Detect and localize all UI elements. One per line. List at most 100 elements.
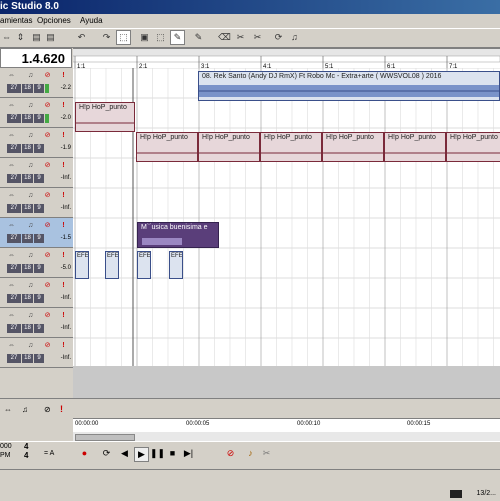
track-mute-icon[interactable]: ⊘ [43, 251, 52, 260]
forward-button[interactable]: ▶| [182, 447, 195, 460]
track-fx-icon[interactable]: ⇔ [7, 251, 16, 260]
track-fx-icon[interactable]: ⇔ [7, 101, 16, 110]
track-record-icon[interactable]: ! [59, 281, 68, 290]
track-record-icon[interactable]: ! [59, 251, 68, 260]
clip-efe-1[interactable]: EFE [75, 251, 89, 279]
clip-hiphop-3[interactable]: H!p HoP_punto [198, 132, 260, 162]
track-send-c[interactable]: 9 [34, 234, 44, 243]
track-send-a[interactable]: 27 [7, 144, 21, 153]
clip-hiphop-7[interactable]: H!p HoP_punto [446, 132, 500, 162]
track-send-a[interactable]: 27 [7, 84, 21, 93]
cut-icon[interactable]: ✂ [251, 31, 264, 44]
track-volume[interactable]: -2.2 [61, 84, 71, 93]
track-record-icon[interactable]: ! [59, 131, 68, 140]
track-header-5[interactable]: ⇔ ♫ ⊘! 27 18 9 -Inf. [0, 188, 73, 218]
track-header-10[interactable]: ⇔ ♫ ⊘! 27 18 9 -Inf. [0, 338, 73, 368]
track-solo-icon[interactable]: ♫ [26, 161, 35, 170]
track-send-c[interactable]: 9 [34, 204, 44, 213]
track-mute-icon[interactable]: ⊘ [43, 71, 52, 80]
track-record-icon[interactable]: ! [59, 311, 68, 320]
track-header-6[interactable]: ⇔ ♫ ⊘! 27 18 9 -1.5 [0, 218, 73, 248]
track-solo-icon[interactable]: ♫ [26, 281, 35, 290]
time-signature[interactable]: 4 4 [24, 442, 28, 460]
track-header-7[interactable]: ⇔ ♫ ⊘! 27 18 9 -5.0 [0, 248, 73, 278]
track-mute-icon[interactable]: ⊘ [43, 281, 52, 290]
track-fx-icon[interactable]: ⇔ [7, 161, 16, 170]
track-mute-icon[interactable]: ⊘ [43, 311, 52, 320]
track-solo-icon[interactable]: ♫ [26, 191, 35, 200]
track-solo-icon[interactable]: ♫ [26, 341, 35, 350]
clip-efe-3[interactable]: EFE [137, 251, 151, 279]
track-send-b[interactable]: 18 [22, 84, 33, 93]
auto-punch-button[interactable]: ✂ [260, 447, 273, 460]
track-send-c[interactable]: 9 [34, 174, 44, 183]
track-volume[interactable]: -1.9 [61, 144, 71, 153]
brush-icon[interactable]: ✎ [192, 31, 205, 44]
track-fx-icon[interactable]: ⇔ [7, 341, 16, 350]
track-fx-icon[interactable]: ⇔ [7, 311, 16, 320]
track-send-b[interactable]: 18 [22, 354, 33, 363]
track-send-b[interactable]: 18 [22, 174, 33, 183]
track-solo-icon[interactable]: ♫ [26, 251, 35, 260]
track-mute-icon[interactable]: ⊘ [43, 341, 52, 350]
track-volume[interactable]: -Inf. [61, 174, 71, 183]
track-fx-icon[interactable]: ⇔ [7, 281, 16, 290]
track-send-a[interactable]: 27 [7, 114, 21, 123]
track-mute-icon[interactable]: ⊘ [43, 161, 52, 170]
track-volume[interactable]: -Inf. [61, 204, 71, 213]
track-solo-icon[interactable]: ♫ [26, 131, 35, 140]
clip-efe-4[interactable]: EFE [169, 251, 183, 279]
clip-song[interactable]: 08. Rek Santo (Andy DJ RmX) Ft Robo Mc -… [198, 71, 500, 101]
scroll-thumb[interactable] [75, 434, 135, 441]
menu-ayuda[interactable]: Ayuda [80, 14, 103, 28]
track-send-a[interactable]: 27 [7, 264, 21, 273]
clip-hiphop-6[interactable]: H!p HoP_punto [384, 132, 446, 162]
metronome-button[interactable]: ♪ [244, 447, 257, 460]
track-volume[interactable]: -Inf. [61, 294, 71, 303]
track-fx-icon[interactable]: ⇔ [7, 131, 16, 140]
track-send-c[interactable]: 9 [34, 114, 44, 123]
track-send-b[interactable]: 18 [22, 114, 33, 123]
empty-lane-area[interactable] [73, 366, 500, 398]
track-header-3[interactable]: ⇔ ♫ ⊘! 27 18 9 -1.9 [0, 128, 73, 158]
track-send-a[interactable]: 27 [7, 294, 21, 303]
horizontal-scrollbar[interactable] [73, 432, 500, 441]
track-send-b[interactable]: 18 [22, 144, 33, 153]
track-send-c[interactable]: 9 [34, 324, 44, 333]
track-volume[interactable]: -2.0 [61, 114, 71, 123]
track-mute-icon[interactable]: ⊘ [43, 131, 52, 140]
track-send-a[interactable]: 27 [7, 324, 21, 333]
undo-icon[interactable]: ↶ [75, 31, 88, 44]
track-send-a[interactable]: 27 [7, 234, 21, 243]
smart-tool-icon[interactable]: ⬚ [116, 30, 131, 45]
track-solo-icon[interactable]: ♫ [26, 71, 35, 80]
clip-hiphop-4[interactable]: H!p HoP_punto [260, 132, 322, 162]
clip-hiphop-1[interactable]: H!p HoP_punto [75, 102, 135, 132]
track-volume[interactable]: -5.0 [61, 264, 71, 273]
clip-hiphop-2[interactable]: H!p HoP_punto [136, 132, 198, 162]
tool-icon-4[interactable]: ▤ [44, 31, 57, 44]
track-record-icon[interactable]: ! [59, 191, 68, 200]
track-send-a[interactable]: 27 [7, 204, 21, 213]
metronome-off-button[interactable]: ⊘ [224, 447, 237, 460]
bus-fx-icon[interactable]: ⇔ [4, 405, 12, 414]
track-send-c[interactable]: 9 [34, 264, 44, 273]
track-send-b[interactable]: 18 [22, 204, 33, 213]
redo-icon[interactable]: ↷ [100, 31, 113, 44]
track-record-icon[interactable]: ! [59, 161, 68, 170]
loop-icon[interactable]: ⟳ [272, 31, 285, 44]
track-send-c[interactable]: 9 [34, 84, 44, 93]
tool-icon-3[interactable]: ▤ [30, 31, 43, 44]
track-record-icon[interactable]: ! [59, 101, 68, 110]
play-button[interactable]: ▶ [134, 447, 149, 462]
eraser-icon[interactable]: ⌫ [218, 31, 231, 44]
track-header-4[interactable]: ⇔ ♫ ⊘! 27 18 9 -Inf. [0, 158, 73, 188]
track-record-icon[interactable]: ! [59, 71, 68, 80]
track-send-b[interactable]: 18 [22, 234, 33, 243]
track-volume[interactable]: -1.5 [61, 234, 71, 243]
track-mute-icon[interactable]: ⊘ [43, 101, 52, 110]
track-fx-icon[interactable]: ⇔ [7, 221, 16, 230]
pencil-icon[interactable]: ✎ [170, 30, 185, 45]
track-send-b[interactable]: 18 [22, 324, 33, 333]
track-mute-icon[interactable]: ⊘ [43, 221, 52, 230]
